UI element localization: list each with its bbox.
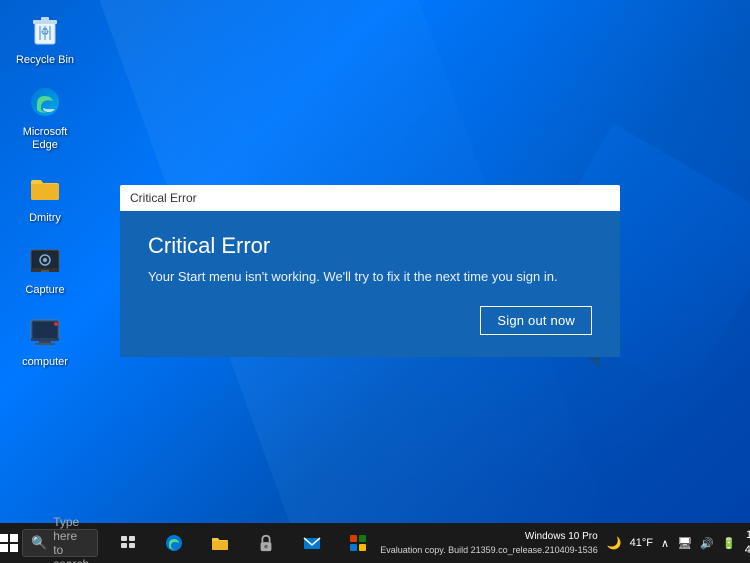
start-button[interactable]	[0, 523, 18, 563]
computer-label: computer	[22, 356, 68, 369]
folder-svg	[27, 170, 63, 206]
taskbar: 🔍 Type here to search	[0, 523, 750, 563]
taskbar-security-button[interactable]	[244, 523, 288, 563]
tray-icons-group: 🌙 41°F ∧ 🖥 🔊 🔋	[604, 536, 739, 550]
dialog-title-bar: Critical Error	[120, 185, 620, 211]
taskbar-edge-icon	[164, 533, 184, 553]
recycle-bin-label: Recycle Bin	[16, 54, 74, 67]
taskbar-edge-button[interactable]	[152, 523, 196, 563]
task-view-icon	[120, 535, 136, 551]
dialog-heading: Critical Error	[148, 233, 592, 259]
taskbar-mail-button[interactable]	[290, 523, 334, 563]
edge-svg	[27, 84, 63, 120]
network-icon[interactable]: 🖥	[674, 536, 695, 550]
edge-label: Microsoft Edge	[10, 126, 80, 152]
system-tray: Windows 10 Pro Evaluation copy. Build 21…	[380, 523, 750, 563]
dmitry-folder-icon[interactable]: Dmitry	[10, 168, 80, 225]
dialog-message: Your Start menu isn't working. We'll try…	[148, 269, 592, 284]
taskbar-office-icon	[348, 533, 368, 553]
taskbar-explorer-icon	[210, 533, 230, 553]
task-view-button[interactable]	[106, 523, 150, 563]
capture-svg	[27, 242, 63, 278]
taskbar-search-bar[interactable]: 🔍 Type here to search	[22, 529, 98, 557]
dialog-title-text: Critical Error	[130, 191, 197, 205]
capture-icon[interactable]: Capture	[10, 240, 80, 297]
recycle-bin-image: ♻	[25, 10, 65, 50]
taskbar-search-icon: 🔍	[31, 535, 47, 551]
taskbar-office-button[interactable]	[336, 523, 380, 563]
volume-icon[interactable]: 🔊	[697, 537, 717, 550]
capture-label: Capture	[25, 284, 64, 297]
night-mode-icon[interactable]: 🌙	[604, 536, 625, 550]
computer-svg	[27, 314, 63, 350]
taskbar-mail-icon	[302, 533, 322, 553]
taskbar-explorer-button[interactable]	[198, 523, 242, 563]
tray-time: 11:09 PM	[746, 528, 750, 543]
tray-date: 4/15/2021	[745, 543, 750, 558]
edge-image	[25, 82, 65, 122]
microsoft-edge-icon[interactable]: Microsoft Edge	[10, 82, 80, 152]
taskbar-security-icon	[257, 534, 275, 552]
tray-os-info: Windows 10 Pro Evaluation copy. Build 21…	[380, 529, 598, 558]
dmitry-label: Dmitry	[29, 212, 61, 225]
temperature-display: 41°F	[627, 537, 656, 549]
recycle-bin-icon[interactable]: ♻ Recycle Bin	[10, 10, 80, 67]
chevron-up-icon[interactable]: ∧	[658, 537, 672, 550]
folder-image	[25, 168, 65, 208]
sign-out-button[interactable]: Sign out now	[480, 306, 592, 335]
taskbar-search-text: Type here to search	[53, 515, 89, 563]
windows-logo-icon	[0, 534, 18, 552]
desktop: ♻ Recycle Bin	[0, 0, 750, 563]
tray-clock[interactable]: 11:09 PM 4/15/2021	[739, 528, 750, 559]
desktop-icons: ♻ Recycle Bin	[10, 10, 80, 369]
os-name-text: Windows 10 Pro	[525, 529, 598, 544]
build-info-text: Evaluation copy. Build 21359.co_release.…	[380, 544, 598, 558]
capture-image	[25, 240, 65, 280]
taskbar-center-icons	[106, 523, 380, 563]
recycle-bin-svg: ♻	[27, 12, 63, 48]
battery-icon[interactable]: 🔋	[719, 537, 739, 550]
computer-image	[25, 312, 65, 352]
dialog-actions: Sign out now	[148, 306, 592, 335]
computer-icon[interactable]: computer	[10, 312, 80, 369]
svg-text:♻: ♻	[41, 27, 50, 38]
critical-error-dialog: Critical Error Critical Error Your Start…	[120, 185, 620, 357]
dialog-body: Critical Error Your Start menu isn't wor…	[120, 211, 620, 357]
